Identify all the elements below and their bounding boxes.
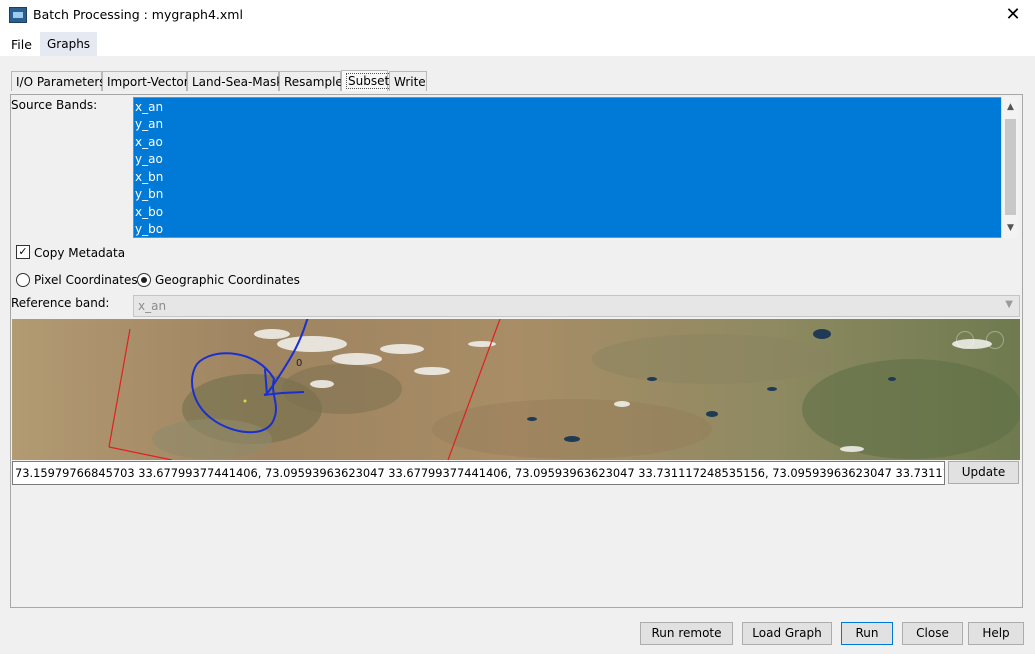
band-item[interactable]: x_an <box>135 100 163 114</box>
band-item[interactable]: x_bn <box>135 170 163 184</box>
scroll-up-icon[interactable]: ▲ <box>1002 99 1019 115</box>
tab-io-parameters[interactable]: I/O Parameters <box>11 71 106 91</box>
pixel-coordinates-radio[interactable] <box>16 273 30 287</box>
reference-band-label: Reference band: <box>11 296 110 310</box>
zoom-out-icon[interactable] <box>986 331 1004 349</box>
snap-app-icon <box>9 7 27 23</box>
menu-graphs[interactable]: Graphs <box>40 32 98 56</box>
band-item[interactable]: y_bn <box>135 187 163 201</box>
chevron-down-icon: ▼ <box>1005 299 1013 310</box>
band-item[interactable]: x_bo <box>135 205 163 219</box>
source-bands-label: Source Bands: <box>11 98 98 112</box>
scroll-thumb[interactable] <box>1005 119 1016 215</box>
help-button[interactable]: Help <box>968 622 1024 645</box>
menu-file[interactable]: File <box>11 37 32 52</box>
pixel-coordinates-label: Pixel Coordinates <box>34 273 138 287</box>
reference-band-value: x_an <box>138 299 167 313</box>
copy-metadata-label: Copy Metadata <box>34 246 126 260</box>
band-item[interactable]: x_ao <box>135 135 163 149</box>
tab-write[interactable]: Write <box>389 71 427 91</box>
geo-region-field[interactable]: 73.15979766845703 33.67799377441406, 73.… <box>12 461 945 485</box>
geographic-coordinates-label: Geographic Coordinates <box>155 273 300 287</box>
copy-metadata-checkbox[interactable]: ✓ <box>16 245 30 259</box>
run-remote-button[interactable]: Run remote <box>640 622 733 645</box>
close-button[interactable]: Close <box>902 622 963 645</box>
title-bar: Batch Processing : mygraph4.xml ✕ <box>0 0 1035 32</box>
band-item[interactable]: y_ao <box>135 152 163 166</box>
map-canvas[interactable]: 0 <box>12 319 1020 460</box>
geo-region-text: 73.15979766845703 33.67799377441406, 73.… <box>15 466 945 480</box>
zoom-in-icon[interactable] <box>956 331 974 349</box>
bands-scrollbar[interactable]: ▲ ▼ <box>1001 97 1018 238</box>
band-item[interactable]: y_an <box>135 117 163 131</box>
band-item[interactable]: y_bo <box>135 222 163 236</box>
window-title: Batch Processing : mygraph4.xml <box>33 7 243 22</box>
load-graph-button[interactable]: Load Graph <box>742 622 832 645</box>
run-button[interactable]: Run <box>841 622 893 645</box>
tab-resample[interactable]: Resample <box>279 71 343 91</box>
tab-land-sea-mask[interactable]: Land-Sea-Mask <box>187 71 283 91</box>
reference-band-select: x_an ▼ <box>133 295 1020 317</box>
close-icon[interactable]: ✕ <box>1003 4 1023 25</box>
world-map-preview[interactable]: 0 <box>12 319 1020 460</box>
map-marker-label: 0 <box>296 358 302 369</box>
scroll-down-icon[interactable]: ▼ <box>1002 220 1019 236</box>
geographic-coordinates-radio[interactable] <box>137 273 151 287</box>
menu-bar: File Graphs <box>0 32 1035 56</box>
tab-import-vector[interactable]: Import-Vector <box>102 71 189 91</box>
source-bands-list[interactable]: x_an y_an x_ao y_ao x_bn y_bn x_bo y_bo <box>133 97 1018 238</box>
tab-subset[interactable]: Subset <box>341 70 392 91</box>
update-button[interactable]: Update <box>948 461 1019 484</box>
